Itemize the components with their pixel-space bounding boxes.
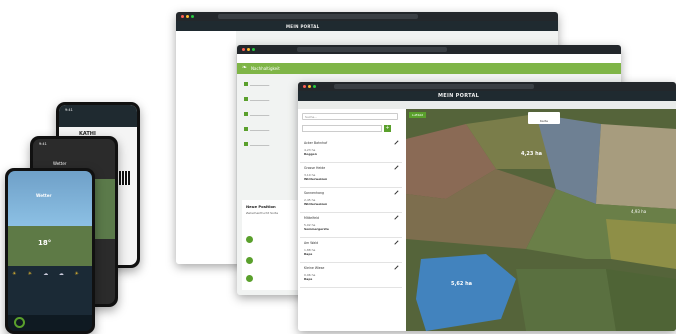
edit-icon[interactable]: [394, 215, 399, 220]
field-list-sidebar: Suche... + Acker Bahnhof 4,23 ha Roggen …: [298, 109, 407, 331]
list-item[interactable]: Am Wald 1,88 ha Raps: [300, 239, 402, 263]
app-header: MEIN PORTAL: [298, 91, 676, 101]
new-position-panel: Neue Position Zwischenfrucht Sorte: [242, 200, 300, 290]
toolbar: [298, 101, 676, 109]
address-bar[interactable]: [334, 84, 534, 89]
option-row[interactable]: [246, 236, 253, 243]
nachhaltigkeit-banner: ❧ Nachhaltigkeit: [237, 63, 621, 74]
list-item[interactable]: Grosse Heide 3,10 ha Winterweizen: [300, 164, 402, 188]
front-browser-window: MEIN PORTAL Suche... + Acker Bahnhof 4,2…: [298, 82, 676, 331]
leaf-icon: ❧: [242, 64, 248, 71]
edit-icon[interactable]: [394, 165, 399, 170]
address-bar[interactable]: [218, 14, 418, 19]
edit-icon[interactable]: [394, 140, 399, 145]
option-row[interactable]: [246, 275, 253, 282]
qr-code-icon: [116, 171, 130, 185]
edit-icon[interactable]: [394, 265, 399, 270]
page-title: Wetter: [36, 193, 52, 198]
area-label: 5,62 ha: [451, 281, 473, 287]
map-legend: Luftbild: [409, 112, 427, 118]
area-label: 4,93 ha: [631, 209, 647, 214]
list-item[interactable]: Kleine Wiese 0,96 ha Raps: [300, 264, 402, 288]
sidebar: [176, 31, 236, 264]
satellite-map[interactable]: Luftbild Karte 4,23 ha 4,93 ha 5,62 ha: [406, 109, 676, 331]
phone-screen: 9:41 Wetter 18° ☀ ☀ ☁ ☁ ☀: [8, 171, 92, 331]
map-fields-svg: [406, 109, 676, 331]
cloud-icon: ☁: [43, 271, 49, 277]
brand-logo: MEIN PORTAL: [438, 93, 480, 99]
browser-chrome: [298, 82, 676, 91]
browser-chrome: [176, 12, 558, 21]
address-bar[interactable]: [297, 47, 447, 52]
list-item[interactable]: Sonnenhang 2,45 ha Winterweizen: [300, 189, 402, 213]
weather-forecast-grid: ☀ ☀ ☁ ☁ ☀: [12, 271, 88, 307]
list-item[interactable]: Acker Bahnhof 4,23 ha Roggen: [300, 139, 402, 163]
sun-icon: ☀: [27, 271, 33, 277]
temperature: 18°: [38, 239, 52, 247]
home-button[interactable]: [14, 317, 25, 328]
content-list: ___________ ___________ ___________ ____…: [242, 80, 300, 190]
page-title: Wetter: [53, 161, 67, 166]
option-row[interactable]: [246, 257, 253, 264]
cloud-icon: ☁: [58, 271, 64, 277]
search-input[interactable]: Suche...: [302, 113, 398, 120]
app-header: MEIN PORTAL: [176, 21, 558, 31]
list-item[interactable]: Mittelfeld 5,02 ha Sommergerste: [300, 214, 402, 238]
sun-icon: ☀: [74, 271, 79, 277]
phone-front: 9:41 Wetter 18° ☀ ☀ ☁ ☁ ☀: [5, 168, 95, 334]
sun-icon: ☀: [12, 271, 17, 277]
area-label: 4,23 ha: [521, 151, 543, 157]
weather-header: [8, 171, 92, 226]
bottom-nav: [8, 315, 92, 331]
edit-icon[interactable]: [394, 240, 399, 245]
layer-toggle[interactable]: Karte: [528, 112, 560, 124]
browser-chrome: [237, 45, 621, 54]
edit-icon[interactable]: [394, 190, 399, 195]
brand-logo: MEIN PORTAL: [286, 24, 320, 29]
filter-input[interactable]: [302, 125, 382, 132]
add-field-button[interactable]: +: [384, 125, 391, 132]
